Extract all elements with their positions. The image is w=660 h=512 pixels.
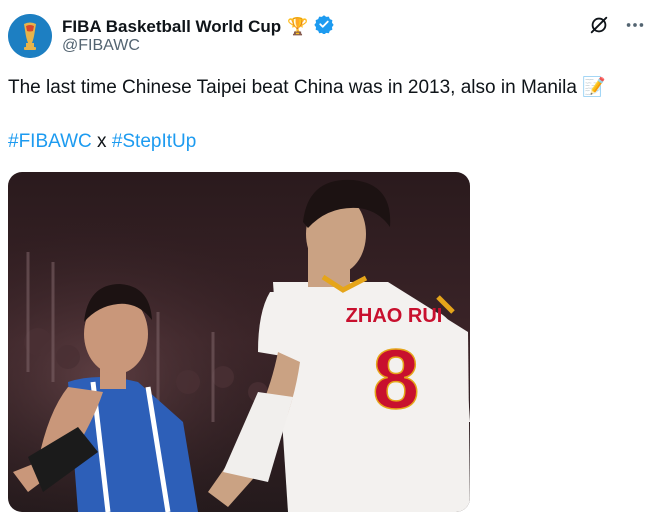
jersey-name: ZHAO RUI bbox=[346, 305, 443, 327]
jersey-number: 8 bbox=[373, 332, 420, 426]
more-options-icon[interactable] bbox=[624, 14, 646, 36]
avatar[interactable] bbox=[8, 14, 52, 58]
tweet-body: The last time Chinese Taipei beat China … bbox=[8, 77, 577, 98]
verified-badge-icon bbox=[314, 14, 334, 39]
hashtag-stepitup[interactable]: #StepItUp bbox=[112, 131, 197, 152]
grok-icon[interactable] bbox=[588, 14, 610, 36]
trophy-icon: 🏆 bbox=[287, 16, 309, 36]
hashtags-line: #FIBAWC x #StepItUp bbox=[8, 130, 196, 154]
media-photo: ZHAO RUI 8 bbox=[8, 172, 470, 512]
top-actions bbox=[588, 14, 646, 36]
tweet-media[interactable]: ZHAO RUI 8 bbox=[8, 172, 470, 512]
display-name[interactable]: FIBA Basketball World Cup bbox=[62, 17, 281, 37]
fiba-world-cup-logo bbox=[8, 14, 52, 58]
memo-emoji: 📝 bbox=[582, 77, 606, 98]
handle[interactable]: @FIBAWC bbox=[62, 37, 140, 55]
hashtag-fibawc[interactable]: #FIBAWC bbox=[8, 131, 92, 152]
author-name-row: FIBA Basketball World Cup 🏆 bbox=[62, 14, 334, 39]
hashtag-separator: x bbox=[97, 131, 107, 152]
tweet-text: The last time Chinese Taipei beat China … bbox=[8, 76, 648, 100]
